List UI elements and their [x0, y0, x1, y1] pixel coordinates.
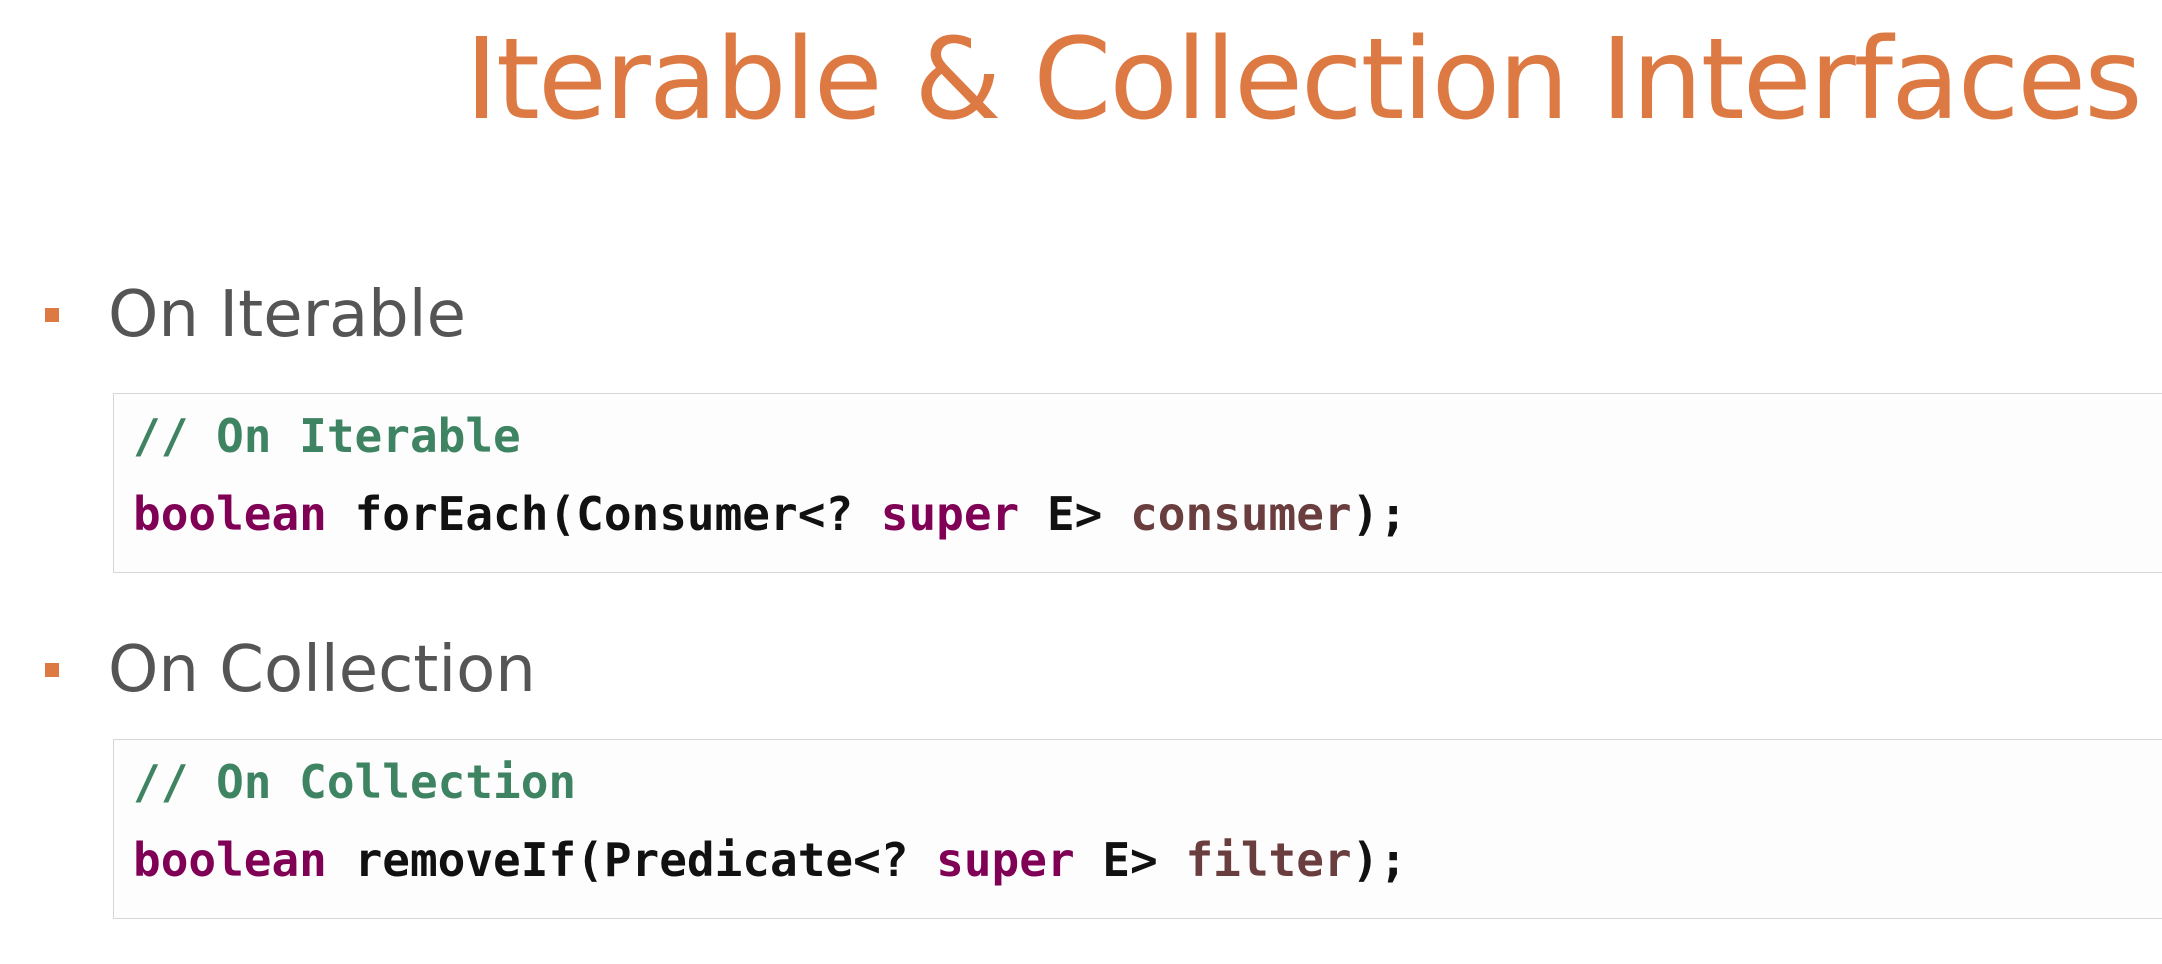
bullet-square-icon	[45, 663, 59, 677]
code-comment-line: // On Collection	[133, 752, 576, 812]
code-super-keyword: super	[936, 833, 1075, 887]
bullet-label: On Collection	[108, 633, 536, 707]
code-method-open: forEach(Consumer<?	[354, 487, 854, 541]
code-return-type: boolean	[133, 833, 327, 887]
bullet-label: On Iterable	[108, 278, 466, 352]
code-comment: // On Collection	[133, 755, 577, 809]
code-return-type: boolean	[133, 487, 327, 541]
code-block-iterable: // On Iterable boolean forEach(Consumer<…	[113, 393, 2162, 573]
code-comment: // On Iterable	[133, 409, 521, 463]
code-type-close: E>	[1046, 487, 1103, 541]
slide-title: Iterable & Collection Interfaces	[465, 15, 2143, 145]
code-parameter: filter	[1185, 833, 1352, 887]
code-type-close: E>	[1102, 833, 1158, 887]
code-signature-line: boolean forEach(Consumer<? super E> cons…	[133, 484, 1407, 544]
code-tail: );	[1351, 487, 1408, 541]
bullet-on-iterable: On Iterable	[45, 270, 466, 360]
code-comment-line: // On Iterable	[133, 406, 521, 466]
code-parameter: consumer	[1130, 487, 1352, 541]
code-block-collection: // On Collection boolean removeIf(Predic…	[113, 739, 2162, 919]
code-super-keyword: super	[880, 487, 1020, 541]
bullet-square-icon	[45, 308, 59, 322]
code-signature-line: boolean removeIf(Predicate<? super E> fi…	[133, 830, 1407, 890]
code-tail: );	[1351, 833, 1408, 887]
code-method-open: removeIf(Predicate<?	[354, 833, 909, 887]
bullet-on-collection: On Collection	[45, 625, 536, 715]
